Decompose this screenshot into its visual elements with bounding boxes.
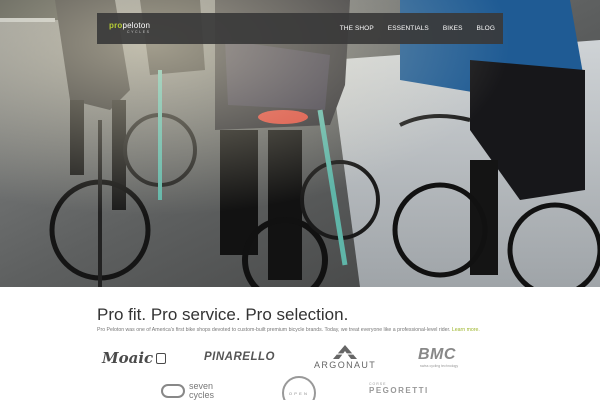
page-headline: Pro fit. Pro service. Pro selection. [97, 305, 349, 324]
nav-item-essentials[interactable]: ESSENTIALS [388, 25, 429, 32]
brand-logo-open[interactable]: OPEN [282, 376, 316, 400]
brand-moaic-text: Moaic [102, 349, 154, 367]
brand-logo-pinarello[interactable]: PINARELLO [204, 351, 275, 363]
learn-more-link[interactable]: Learn more. [452, 327, 480, 333]
main-nav: THE SHOP ESSENTIALS BIKES BLOG [340, 25, 495, 32]
hero-photo: propeloton CYCLES THE SHOP ESSENTIALS BI… [0, 0, 600, 287]
brand-bmc-text: BMC [418, 346, 456, 363]
logo-pro-text: pro [109, 21, 123, 31]
site-logo[interactable]: propeloton CYCLES [109, 22, 151, 35]
top-nav-bar: propeloton CYCLES THE SHOP ESSENTIALS BI… [97, 13, 503, 44]
brand-logo-argonaut[interactable]: ARGONAUT [314, 345, 376, 370]
brand-logo-bmc[interactable]: BMC swiss cycling technology [418, 346, 459, 369]
intro-paragraph: Pro Peloton was one of America's first b… [97, 327, 480, 333]
brand-seven-line2: cycles [189, 389, 215, 400]
moaic-mark-icon [156, 352, 167, 364]
brand-bmc-tagline: swiss cycling technology [420, 364, 459, 368]
logo-peloton-text: peloton [122, 21, 151, 31]
brand-logo-pegoretti[interactable]: CORSE PEGORETTI [369, 382, 429, 395]
brand-logo-moaic[interactable]: Moaic [102, 349, 167, 367]
argonaut-emblem-icon [333, 345, 358, 359]
nav-item-blog[interactable]: BLOG [477, 25, 495, 32]
intro-section: Pro fit. Pro service. Pro selection. Pro… [0, 287, 600, 400]
nav-item-the-shop[interactable]: THE SHOP [340, 25, 374, 32]
logo-subtitle: CYCLES [127, 30, 151, 35]
brand-pegoretti-text: PEGORETTI [369, 386, 429, 395]
seven-cycles-icon [161, 383, 185, 398]
brand-open-text: OPEN [288, 390, 310, 396]
intro-text: Pro Peloton was one of America's first b… [97, 327, 451, 333]
brand-argonaut-text: ARGONAUT [314, 360, 377, 370]
brand-pinarello-text: PINARELLO [204, 351, 275, 363]
brand-seven-text: seven cycles [189, 382, 215, 400]
brand-logo-seven-cycles[interactable]: seven cycles [161, 382, 214, 399]
nav-item-bikes[interactable]: BIKES [443, 25, 463, 32]
